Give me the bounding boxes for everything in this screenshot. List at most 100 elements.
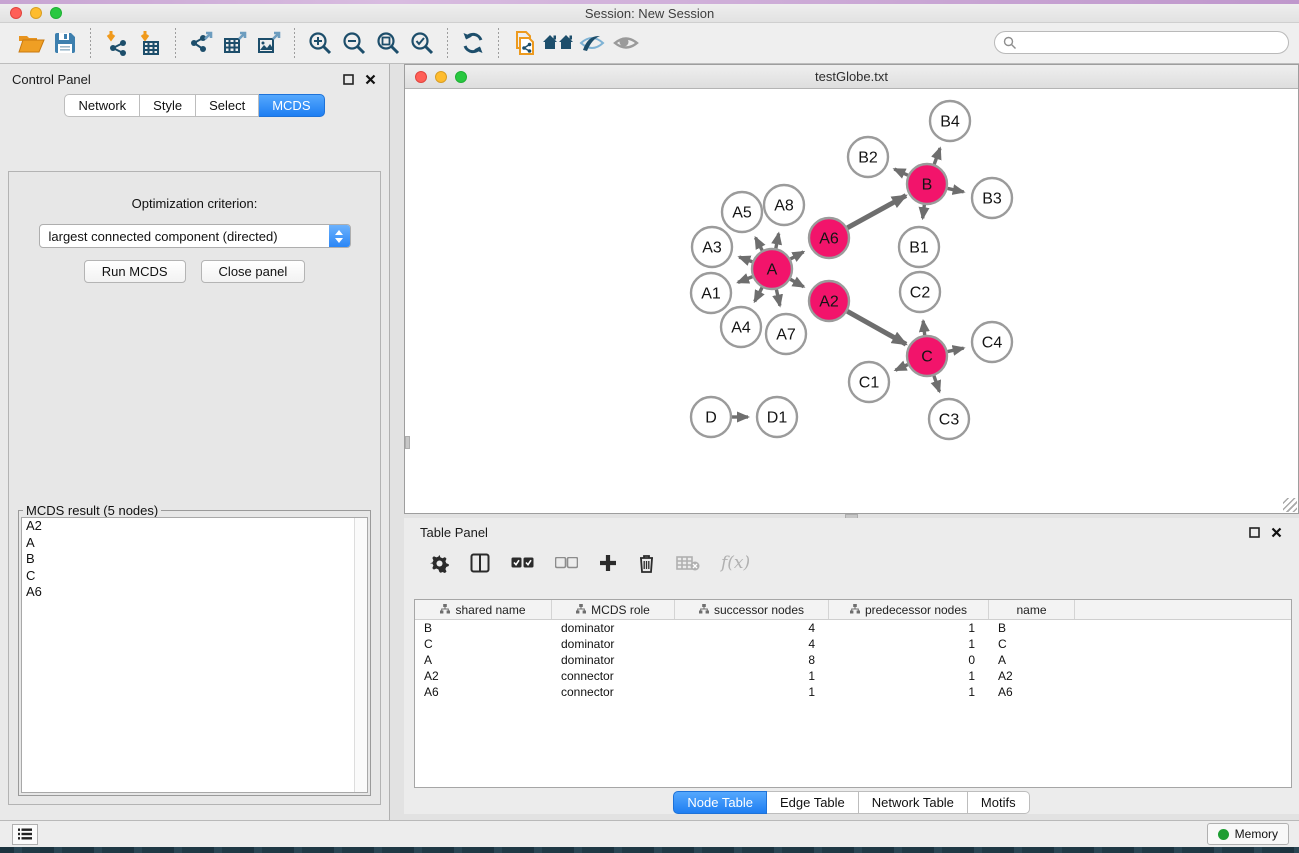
edge-B-B3[interactable] [948, 188, 964, 191]
split-view-icon[interactable] [470, 553, 490, 573]
close-panel-icon[interactable] [363, 72, 377, 86]
edge-A-A8[interactable] [776, 234, 779, 249]
column-header-predecessor-nodes[interactable]: predecessor nodes [829, 600, 989, 619]
deselect-all-icon[interactable] [555, 557, 578, 569]
search-input[interactable] [994, 31, 1289, 54]
graph-node-B2[interactable]: B2 [848, 137, 888, 177]
table-cell[interactable]: 1 [829, 684, 989, 700]
column-header-shared-name[interactable]: shared name [415, 600, 552, 619]
zoom-out-icon[interactable] [337, 27, 371, 59]
home-icon[interactable] [541, 27, 575, 59]
table-cell[interactable]: B [989, 620, 1075, 636]
table-cell[interactable]: C [415, 636, 552, 652]
graph-node-C3[interactable]: C3 [929, 399, 969, 439]
column-header-successor-nodes[interactable]: successor nodes [675, 600, 829, 619]
import-table-icon[interactable] [133, 27, 167, 59]
tab-edge-table[interactable]: Edge Table [767, 791, 859, 814]
table-cell[interactable]: A [415, 652, 552, 668]
tab-motifs[interactable]: Motifs [968, 791, 1030, 814]
table-cell[interactable]: dominator [552, 620, 675, 636]
table-cell[interactable]: A2 [415, 668, 552, 684]
table-row[interactable]: A6connector11A6 [415, 684, 1291, 700]
graph-node-A6[interactable]: A6 [809, 218, 849, 258]
table-row[interactable]: A2connector11A2 [415, 668, 1291, 684]
add-row-icon[interactable] [599, 554, 617, 572]
graph-node-A[interactable]: A [752, 249, 792, 289]
edge-C-C4[interactable] [948, 348, 964, 351]
criterion-dropdown[interactable]: largest connected component (directed) [39, 224, 351, 248]
edge-C-C2[interactable] [923, 321, 925, 335]
edge-A-A3[interactable] [739, 257, 752, 262]
graph-node-B1[interactable]: B1 [899, 227, 939, 267]
table-cell[interactable]: B [415, 620, 552, 636]
table-cell[interactable]: 1 [829, 636, 989, 652]
open-file-icon[interactable] [14, 27, 48, 59]
table-cell[interactable]: A6 [989, 684, 1075, 700]
vertical-scrollbar-thumb[interactable] [405, 436, 410, 449]
zoom-in-icon[interactable] [303, 27, 337, 59]
mcds-result-list[interactable]: A2ABCA6 [21, 517, 368, 793]
graph-node-C[interactable]: C [907, 336, 947, 376]
table-cell[interactable]: 1 [829, 668, 989, 684]
edge-B-B1[interactable] [923, 205, 925, 218]
edge-A-A5[interactable] [756, 238, 763, 251]
table-cell[interactable]: 1 [829, 620, 989, 636]
graph-node-A7[interactable]: A7 [766, 314, 806, 354]
table-cell[interactable]: connector [552, 668, 675, 684]
table-cell[interactable]: 1 [675, 668, 829, 684]
tab-node-table[interactable]: Node Table [673, 791, 767, 814]
table-cell[interactable]: 4 [675, 636, 829, 652]
column-header-name[interactable]: name [989, 600, 1075, 619]
graph-node-D[interactable]: D [691, 397, 731, 437]
close-panel-button[interactable]: Close panel [201, 260, 306, 283]
graph-node-D1[interactable]: D1 [757, 397, 797, 437]
float-panel-icon[interactable] [341, 72, 355, 86]
select-all-icon[interactable] [511, 557, 534, 569]
graph-node-B[interactable]: B [907, 164, 947, 204]
table-cell[interactable]: dominator [552, 636, 675, 652]
table-row[interactable]: Bdominator41B [415, 620, 1291, 636]
table-cell[interactable]: 4 [675, 620, 829, 636]
zoom-fit-icon[interactable] [371, 27, 405, 59]
table-cell[interactable]: A2 [989, 668, 1075, 684]
table-cell[interactable]: A [989, 652, 1075, 668]
mcds-result-item[interactable]: A [22, 535, 367, 552]
tab-network[interactable]: Network [64, 94, 140, 117]
column-header-MCDS-role[interactable]: MCDS role [552, 600, 675, 619]
graph-node-B3[interactable]: B3 [972, 178, 1012, 218]
close-panel-icon[interactable] [1269, 525, 1283, 539]
table-cell[interactable]: A6 [415, 684, 552, 700]
mcds-result-item[interactable]: B [22, 551, 367, 568]
mcds-result-item[interactable]: A6 [22, 584, 367, 601]
mcds-result-item[interactable]: A2 [22, 518, 367, 535]
network-canvas[interactable]: B4B2BB3A5A8A6A3B1AA1C2A2A4A7C4CC1C3DD1 [405, 89, 1298, 513]
eye-slash-icon[interactable] [575, 27, 609, 59]
table-row[interactable]: Adominator80A [415, 652, 1291, 668]
graph-node-A5[interactable]: A5 [722, 192, 762, 232]
export-image-icon[interactable] [252, 27, 286, 59]
network-frame-titlebar[interactable]: testGlobe.txt [405, 65, 1298, 89]
refresh-icon[interactable] [456, 27, 490, 59]
graph-node-A4[interactable]: A4 [721, 307, 761, 347]
graph-node-A1[interactable]: A1 [691, 273, 731, 313]
table-cell[interactable]: connector [552, 684, 675, 700]
export-table-icon[interactable] [218, 27, 252, 59]
graph-node-A3[interactable]: A3 [692, 227, 732, 267]
tab-mcds[interactable]: MCDS [259, 94, 324, 117]
graph-node-B4[interactable]: B4 [930, 101, 970, 141]
graph-node-A2[interactable]: A2 [809, 281, 849, 321]
resize-grip-icon[interactable] [1283, 498, 1297, 512]
save-session-icon[interactable] [48, 27, 82, 59]
table-cell[interactable]: 0 [829, 652, 989, 668]
table-cell[interactable]: 1 [675, 684, 829, 700]
edge-C-C1[interactable] [895, 365, 907, 371]
export-network-icon[interactable] [184, 27, 218, 59]
clone-network-icon[interactable] [507, 27, 541, 59]
edge-C-C3[interactable] [934, 376, 940, 392]
graph-node-A8[interactable]: A8 [764, 185, 804, 225]
edge-A-A7[interactable] [776, 290, 779, 306]
graph-node-C1[interactable]: C1 [849, 362, 889, 402]
mcds-result-item[interactable]: C [22, 568, 367, 585]
edge-A-A6[interactable] [790, 252, 803, 259]
scrollbar[interactable] [354, 518, 367, 792]
